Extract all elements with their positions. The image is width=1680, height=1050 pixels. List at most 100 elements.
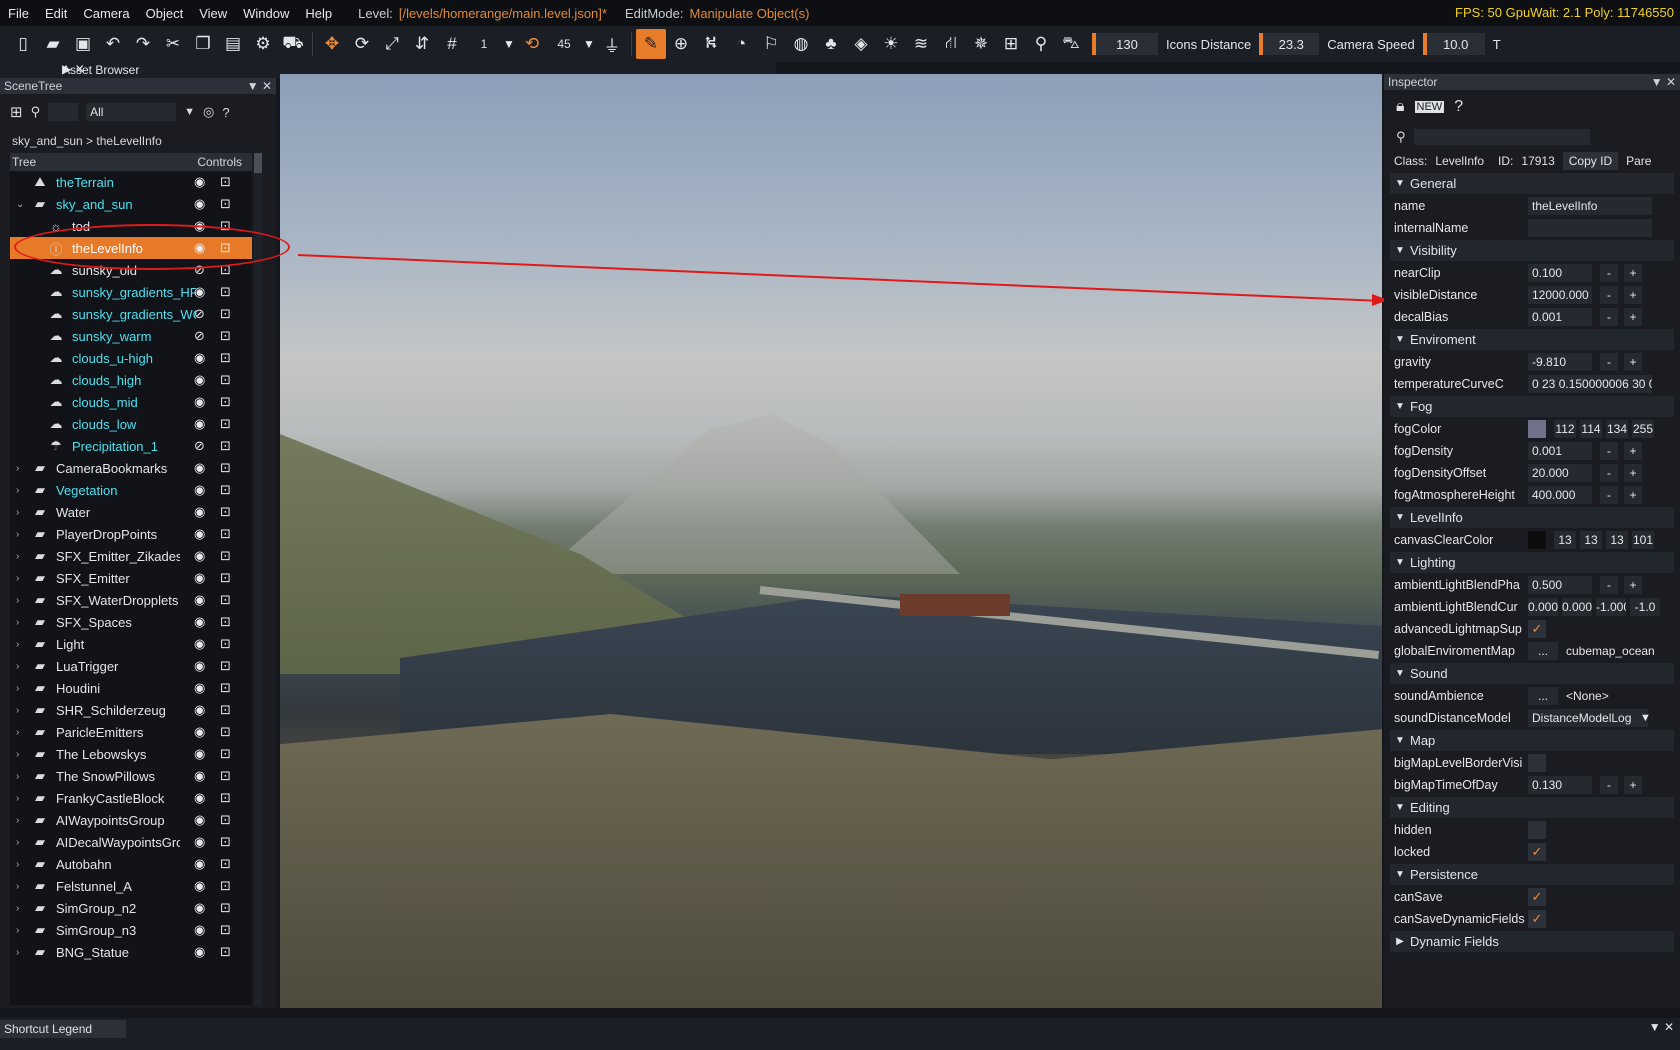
prop-select[interactable]: DistanceModelLog bbox=[1528, 709, 1648, 727]
eye-slash-icon[interactable]: ⊘ bbox=[194, 328, 205, 344]
chevron-down-icon[interactable]: ▼ bbox=[184, 106, 195, 118]
car-icon[interactable]: ⛟ bbox=[278, 29, 308, 59]
redo-icon[interactable]: ↷ bbox=[128, 29, 158, 59]
lock-icon[interactable]: ⊡ bbox=[220, 878, 231, 894]
save-icon[interactable]: ▣ bbox=[68, 29, 98, 59]
lock-icon[interactable]: ⊡ bbox=[220, 416, 231, 432]
channel-input[interactable]: -1.0 bbox=[1630, 598, 1660, 616]
chevron-down-icon[interactable]: ▼ bbox=[501, 29, 517, 59]
color-swatch[interactable] bbox=[1528, 531, 1546, 549]
eye-icon[interactable]: ◉ bbox=[194, 548, 205, 564]
chevron-down-icon[interactable]: ▼ bbox=[1390, 512, 1410, 523]
panel-close-icon[interactable]: ▼ ✕ bbox=[1651, 75, 1676, 89]
section-enviroment[interactable]: ▼ Enviroment bbox=[1390, 329, 1674, 350]
increment-button[interactable]: + bbox=[1624, 308, 1642, 326]
prop-text-input[interactable] bbox=[1528, 219, 1652, 237]
barrel-icon[interactable]: ⊞ bbox=[996, 29, 1026, 59]
lock-icon[interactable]: ⊡ bbox=[220, 856, 231, 872]
section-persistence[interactable]: ▼ Persistence bbox=[1390, 864, 1674, 885]
lock-icon[interactable]: ⊡ bbox=[220, 438, 231, 454]
tree-row[interactable]: ☁ sunsky_gradients_WC ⊘ ⊡ bbox=[10, 303, 252, 325]
lock-icon[interactable]: ⊡ bbox=[220, 350, 231, 366]
eye-icon[interactable]: ◉ bbox=[194, 680, 205, 696]
eye-icon[interactable]: ◉ bbox=[194, 284, 205, 300]
channel-input[interactable]: 114 bbox=[1580, 420, 1602, 438]
prop-value-input[interactable]: 12000.000 bbox=[1528, 286, 1592, 304]
search-icon[interactable]: ⚲ bbox=[31, 104, 41, 120]
chevron-right-icon[interactable]: › bbox=[16, 463, 30, 474]
eye-icon[interactable]: ◉ bbox=[194, 482, 205, 498]
decrement-button[interactable]: - bbox=[1600, 442, 1618, 460]
eye-icon[interactable]: ◉ bbox=[194, 416, 205, 432]
section-sound[interactable]: ▼ Sound bbox=[1390, 663, 1674, 684]
panel-close-icon[interactable]: ▼ ✕ bbox=[1649, 1020, 1674, 1034]
tree-row[interactable]: › ▰ PlayerDropPoints ◉ ⊡ bbox=[10, 523, 252, 545]
chevron-right-icon[interactable]: › bbox=[16, 661, 30, 672]
chevron-right-icon[interactable]: › bbox=[16, 705, 30, 716]
eye-icon[interactable]: ◉ bbox=[194, 768, 205, 784]
angle-value[interactable]: 45 bbox=[547, 33, 581, 55]
lock-icon[interactable]: 🔒︎ bbox=[1396, 98, 1405, 116]
world-local-icon[interactable]: ⇵ bbox=[407, 29, 437, 59]
channel-input[interactable]: 101 bbox=[1632, 531, 1654, 549]
chevron-down-icon[interactable]: ⌄ bbox=[16, 199, 30, 210]
tree-row[interactable]: › ▰ Water ◉ ⊡ bbox=[10, 501, 252, 523]
eye-slash-icon[interactable]: ⊘ bbox=[194, 438, 205, 454]
chevron-right-icon[interactable]: › bbox=[16, 485, 30, 496]
chevron-down-icon[interactable]: ▼ bbox=[1390, 668, 1410, 679]
tree-row[interactable]: › ▰ Light ◉ ⊡ bbox=[10, 633, 252, 655]
tree-row[interactable]: › ▰ SimGroup_n2 ◉ ⊡ bbox=[10, 897, 252, 919]
lock-icon[interactable]: ⊡ bbox=[220, 658, 231, 674]
chevron-right-icon[interactable]: › bbox=[16, 617, 30, 628]
lock-icon[interactable]: ⊡ bbox=[220, 790, 231, 806]
chevron-right-icon[interactable]: › bbox=[16, 925, 30, 936]
tree-row[interactable]: › ▰ SFX_Spaces ◉ ⊡ bbox=[10, 611, 252, 633]
tree-row[interactable]: ☁ sunsky_warm ⊘ ⊡ bbox=[10, 325, 252, 347]
scrollbar-thumb[interactable] bbox=[254, 153, 262, 173]
new-file-icon[interactable]: ▯ bbox=[8, 29, 38, 59]
chevron-down-icon[interactable]: ▼ bbox=[1640, 712, 1651, 724]
prop-text-input[interactable]: 0 23 0.150000006 30 0 bbox=[1528, 375, 1652, 393]
chevron-right-icon[interactable]: › bbox=[16, 507, 30, 518]
tree-row[interactable]: › ▰ SFX_Emitter ◉ ⊡ bbox=[10, 567, 252, 589]
lock-icon[interactable]: ⊡ bbox=[220, 768, 231, 784]
tree-row[interactable]: ☁ sunsky_gradients_HR ◉ ⊡ bbox=[10, 281, 252, 303]
add-group-icon[interactable]: ⊞ bbox=[10, 103, 23, 121]
channel-input[interactable]: 0.000 bbox=[1528, 598, 1558, 616]
section-levelinfo[interactable]: ▼ LevelInfo bbox=[1390, 507, 1674, 528]
tree-row[interactable]: › ▰ Felstunnel_A ◉ ⊡ bbox=[10, 875, 252, 897]
chevron-down-icon[interactable]: ▼ bbox=[1390, 401, 1410, 412]
material-icon[interactable]: ◈ bbox=[846, 29, 876, 59]
prop-value-input[interactable]: 20.000 bbox=[1528, 464, 1592, 482]
tree-row[interactable]: ☂ Precipitation_1 ⊘ ⊡ bbox=[10, 435, 252, 457]
chevron-right-icon[interactable]: › bbox=[16, 595, 30, 606]
tree-row[interactable]: › ▰ LuaTrigger ◉ ⊡ bbox=[10, 655, 252, 677]
menu-file[interactable]: File bbox=[0, 6, 37, 21]
chevron-right-icon[interactable]: › bbox=[16, 881, 30, 892]
eye-icon[interactable]: ◉ bbox=[194, 504, 205, 520]
section-visibility[interactable]: ▼ Visibility bbox=[1390, 240, 1674, 261]
menu-edit[interactable]: Edit bbox=[37, 6, 75, 21]
section-map[interactable]: ▼ Map bbox=[1390, 730, 1674, 751]
section-general[interactable]: ▼ General bbox=[1390, 173, 1674, 194]
lock-icon[interactable]: ⊡ bbox=[220, 570, 231, 586]
channel-input[interactable]: 134 bbox=[1606, 420, 1628, 438]
lock-icon[interactable]: ⊡ bbox=[220, 922, 231, 938]
eye-icon[interactable]: ◉ bbox=[194, 900, 205, 916]
snap-value[interactable]: 1 bbox=[467, 33, 501, 55]
rotation-snap-icon[interactable]: ⟲ bbox=[517, 29, 547, 59]
lock-icon[interactable]: ⊡ bbox=[220, 548, 231, 564]
prop-value-input[interactable]: 0.130 bbox=[1528, 776, 1592, 794]
new-window-icon[interactable]: NEW bbox=[1414, 101, 1445, 113]
prop-value-input[interactable]: 0.001 bbox=[1528, 308, 1592, 326]
tree-row[interactable]: › ▰ AIDecalWaypointsGrc ◉ ⊡ bbox=[10, 831, 252, 853]
color-swatch[interactable] bbox=[1528, 420, 1546, 438]
rotate-gizmo-icon[interactable]: ⟳ bbox=[347, 29, 377, 59]
chevron-right-icon[interactable]: › bbox=[16, 529, 30, 540]
browse-button[interactable]: ... bbox=[1528, 687, 1558, 705]
decrement-button[interactable]: - bbox=[1600, 353, 1618, 371]
grid-snap-icon[interactable]: # bbox=[437, 29, 467, 59]
eye-icon[interactable]: ◉ bbox=[194, 592, 205, 608]
eye-slash-icon[interactable]: ⊘ bbox=[194, 306, 205, 322]
prop-checkbox[interactable]: ✓ bbox=[1528, 843, 1546, 861]
